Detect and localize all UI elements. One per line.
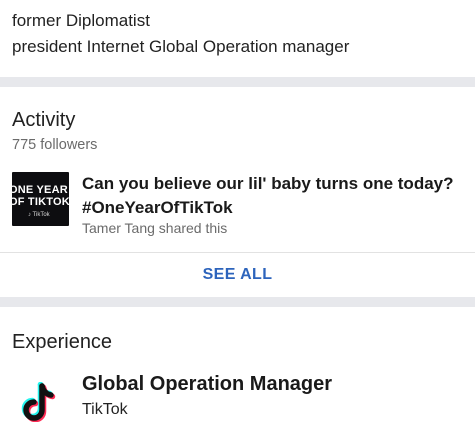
experience-company: TikTok xyxy=(82,401,128,418)
profile-headline: former Diplomatist president Internet Gl… xyxy=(0,0,475,77)
experience-role[interactable]: Global Operation Manager xyxy=(82,373,332,396)
tiktok-logo-icon xyxy=(21,382,56,422)
post-text[interactable]: Can you believe our lil' baby turns one … xyxy=(82,172,462,220)
post-shared-by: Tamer Tang shared this xyxy=(82,220,228,236)
followers-count: 775 followers xyxy=(12,137,98,153)
section-divider xyxy=(0,77,475,87)
post-thumbnail[interactable]: ONE YEAR OF TIKTOK ♪ TikTok xyxy=(12,172,69,226)
section-divider xyxy=(0,297,475,307)
activity-section-title: Activity xyxy=(12,109,76,131)
headline-line-2: president Internet Global Operation mana… xyxy=(12,37,350,56)
thumbnail-text-line-2: OF TIKTOK xyxy=(12,196,69,208)
thumbnail-brand: ♪ TikTok xyxy=(28,212,50,218)
see-all-button[interactable]: SEE ALL xyxy=(0,253,475,297)
thumbnail-text-line-1: ONE YEAR xyxy=(12,184,68,196)
headline-line-1: former Diplomatist xyxy=(12,11,150,30)
experience-section-title: Experience xyxy=(12,331,113,353)
activity-post[interactable]: ONE YEAR OF TIKTOK ♪ TikTok Can you beli… xyxy=(12,170,462,238)
